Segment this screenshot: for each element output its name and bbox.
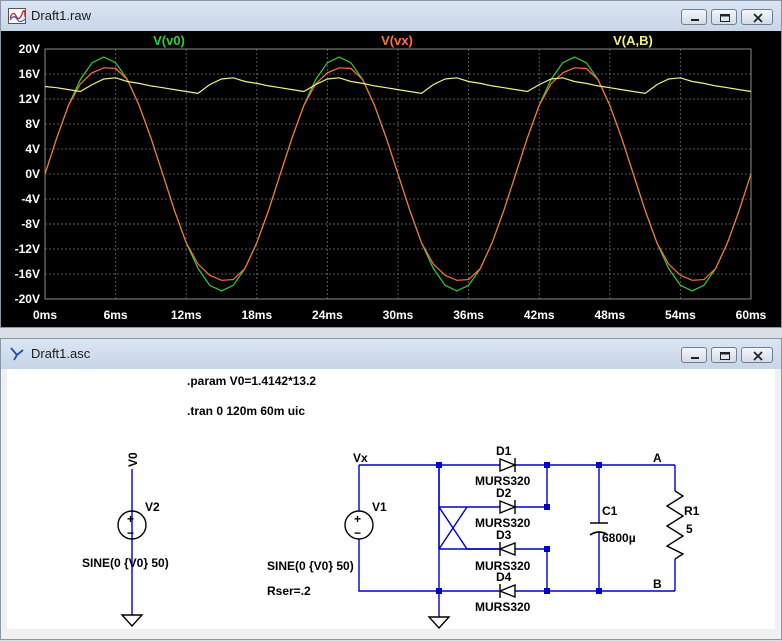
waveform-plot[interactable]: 0ms 6ms 12ms 18ms 24ms 30ms 36ms 42ms 48ms 54ms 60… [1,31,781,327]
v0-net-label[interactable]: V0 [126,452,140,467]
y-tick-label: -8V [21,217,40,231]
plus-sign: + [127,512,134,526]
ground-icon [120,614,144,628]
r1-value: 5 [686,522,693,536]
y-tick-label: 0V [25,167,40,181]
y-tick-label: -4V [21,192,40,206]
junction-dot [596,588,602,594]
close-icon [753,13,763,23]
junction-dot [544,462,550,468]
node-b-label[interactable]: B [653,577,662,591]
y-tick-label: -20V [15,292,40,306]
v1-value[interactable]: SINE(0 {V0} 50) [267,559,354,573]
close-icon [753,351,763,361]
v2-value[interactable]: SINE(0 {V0} 50) [82,556,169,570]
wire [358,539,439,592]
r1-name: R1 [684,504,700,518]
v1-name[interactable]: V1 [372,500,387,514]
v1-rser[interactable]: Rser=.2 [267,584,311,598]
diode-d4[interactable]: D4 MURS320 [475,570,531,614]
x-tick-label: 48ms [594,308,625,322]
waveform-window: Draft1.raw 0ms 6ms 12ms 18ms 24ms 30ms 36ms 42m… [0,0,782,328]
junction-dot [436,588,442,594]
v1-source[interactable]: + − [344,510,374,540]
junction-dot [596,462,602,468]
minus-sign: − [354,526,361,540]
y-tick-label: 8V [25,117,40,131]
schematic-window-controls [677,347,773,363]
schematic-window: Draft1.asc .param V0=1.4142*13.2 .tran 0… [0,338,782,640]
x-tick-label: 18ms [241,308,272,322]
junction-dot [544,588,550,594]
junction-dot [544,504,550,510]
y-tick-label: -16V [15,267,40,281]
x-tick-label: 12ms [171,308,202,322]
x-tick-label: 42ms [524,308,555,322]
d4-name: D4 [496,570,512,584]
x-tick-label: 24ms [312,308,343,322]
d4-model: MURS320 [475,600,531,614]
d3-name: D3 [496,528,512,542]
node-a-label[interactable]: A [653,451,662,465]
x-tick-label: 30ms [383,308,414,322]
y-tick-label: 4V [25,142,40,156]
param-directive[interactable]: .param V0=1.4142*13.2 [187,374,316,388]
y-tick-label: 20V [19,42,40,56]
maximize-icon [720,14,730,22]
diode-symbol [499,457,517,473]
v2-name[interactable]: V2 [145,500,160,514]
x-tick-label: 36ms [453,308,484,322]
c1-value: 6800µ [602,531,636,545]
legend-label: V(A,B) [613,33,653,48]
minimize-button[interactable] [681,347,707,363]
schematic-titlebar[interactable]: Draft1.asc [1,339,781,369]
minimize-icon [691,19,699,21]
x-tick-label: 0ms [33,308,57,322]
diode-d2[interactable]: D2 MURS320 [475,486,531,530]
diode-symbol [498,541,516,557]
minimize-icon [691,357,699,359]
waveform-titlebar[interactable]: Draft1.raw [1,1,781,31]
legend-label: V(v0) [153,33,185,48]
resistor-zigzag [665,490,685,560]
plot-background [1,31,781,327]
maximize-button[interactable] [711,9,737,25]
d1-name: D1 [496,444,512,458]
y-tick-label: 12V [19,92,40,106]
waveform-app-icon [8,8,26,24]
maximize-icon [720,352,730,360]
close-button[interactable] [741,347,773,363]
close-button[interactable] [741,9,773,25]
waveform-window-title: Draft1.raw [31,8,91,23]
x-tick-label: 60ms [736,308,767,322]
schematic-canvas[interactable]: .param V0=1.4142*13.2 .tran 0 120m 60m u… [7,369,775,629]
minimize-button[interactable] [681,9,707,25]
diode-d1[interactable]: D1 MURS320 [475,444,531,488]
legend-label: V(vx) [381,33,413,48]
y-tick-label: 16V [19,67,40,81]
waveform-window-controls [677,9,773,25]
x-tick-label: 54ms [665,308,696,322]
v2-source[interactable]: + − [117,469,147,628]
diode-symbol [499,499,517,515]
junction-dot [544,546,550,552]
y-tick-label: -12V [15,242,40,256]
schematic-app-icon [10,347,24,361]
d2-name: D2 [496,486,512,500]
ground-icon [427,616,451,629]
maximize-button[interactable] [711,347,737,363]
x-tick-label: 6ms [104,308,128,322]
capacitor-c1[interactable]: C1 6800µ [589,504,636,545]
junction-dot [436,462,442,468]
c1-name: C1 [602,504,618,518]
tran-directive[interactable]: .tran 0 120m 60m uic [187,404,305,418]
schematic-window-title: Draft1.asc [31,346,91,361]
plus-sign: + [354,512,361,526]
minus-sign: − [127,526,134,540]
diode-d3[interactable]: D3 MURS320 [475,528,531,573]
diode-symbol [498,583,516,599]
vx-net-label[interactable]: Vx [353,451,368,465]
resistor-r1[interactable]: R1 5 [665,490,700,560]
